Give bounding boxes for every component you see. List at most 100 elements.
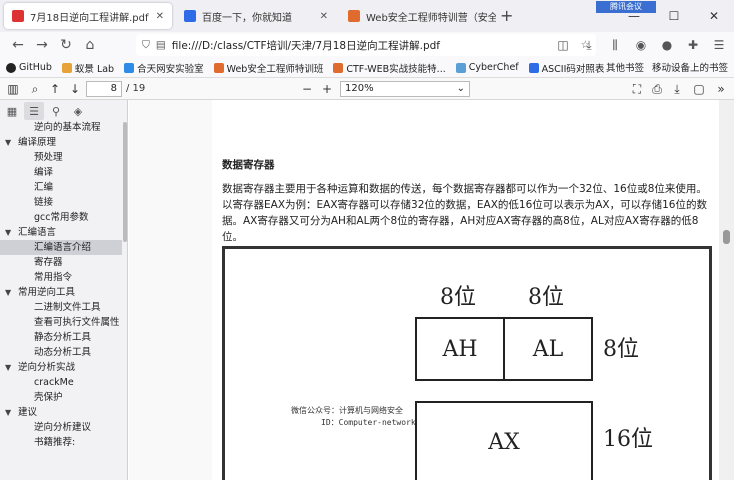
outline-item-label: 汇编语言介绍 xyxy=(34,242,92,253)
outline-item[interactable]: 汇编语言介绍 xyxy=(0,240,122,255)
attachments-icon[interactable]: ⚲ xyxy=(46,102,66,120)
presentation-icon[interactable]: ⛶ xyxy=(628,80,646,98)
bookmark-icon[interactable]: ▢ xyxy=(690,80,708,98)
page-number-input[interactable]: 8 xyxy=(86,81,122,97)
outline-item[interactable]: ▼ 常用逆向工具 xyxy=(0,285,122,300)
outline-item[interactable]: 常用指令 xyxy=(0,270,122,285)
chevron-down-icon[interactable]: ▼ xyxy=(5,225,11,240)
menu-icon[interactable]: ☰ xyxy=(708,34,730,56)
zoom-select[interactable]: 120% ⌄ xyxy=(340,81,470,97)
back-button[interactable]: ← xyxy=(6,34,30,56)
outline-item[interactable]: 壳保护 xyxy=(0,390,122,405)
bookmark-cyberchef[interactable]: CyberChef xyxy=(455,62,519,73)
reload-button[interactable]: ↻ xyxy=(54,34,78,56)
bookmark-github[interactable]: GitHub xyxy=(6,62,52,73)
tools-icon[interactable]: » xyxy=(712,80,730,98)
thumbnails-icon[interactable]: ▦ xyxy=(2,102,22,120)
site-icon xyxy=(348,10,360,22)
bookmark-label: Web安全工程师特训班 xyxy=(226,63,324,75)
find-icon[interactable]: ⌕ xyxy=(26,80,44,98)
outline-item[interactable]: ▼ 建议 xyxy=(0,405,122,420)
mobile-bookmarks[interactable]: 移动设备上的书签 xyxy=(652,60,728,74)
sidebar-toggle-icon[interactable]: ▥ xyxy=(4,80,22,98)
scrollbar-thumb[interactable] xyxy=(723,230,730,244)
outline-item[interactable]: crackMe xyxy=(0,375,122,390)
home-button[interactable]: ⌂ xyxy=(78,34,102,56)
outline-item[interactable]: 逆向的基本流程 xyxy=(0,120,122,135)
outline-item[interactable]: ▼ 编译原理 xyxy=(0,135,122,150)
tab-pdf[interactable]: 7月18日逆向工程讲解.pdf ✕ xyxy=(4,3,172,29)
outline-item[interactable]: 汇编 xyxy=(0,180,122,195)
bookmark-label: CyberChef xyxy=(468,62,519,73)
outline-icon[interactable]: ☰ xyxy=(24,102,44,120)
chevron-down-icon[interactable]: ▼ xyxy=(5,360,11,375)
chevron-down-icon[interactable]: ▼ xyxy=(5,135,11,150)
label-8bit-al: 8位 xyxy=(528,285,564,310)
pdf-toolbar: ▥ ⌕ ↑ ↓ 8 / 19 − + 120% ⌄ ⛶ ⎙ ⤓ ▢ » xyxy=(0,78,734,100)
previous-page-button[interactable]: ↑ xyxy=(46,80,64,98)
outline-item[interactable]: 寄存器 xyxy=(0,255,122,270)
print-icon[interactable]: ⎙ xyxy=(648,80,666,98)
extension-icon[interactable]: ◉ xyxy=(630,34,652,56)
outline-item-label: 汇编 xyxy=(34,182,54,193)
extensions-icon[interactable]: ✚ xyxy=(682,34,704,56)
outline-item[interactable]: ▼ 汇编语言 xyxy=(0,225,122,240)
new-tab-button[interactable]: + xyxy=(500,6,513,25)
bookmark-hetian[interactable]: 合天网安实验室 xyxy=(124,61,204,75)
outline-item[interactable]: 链接 xyxy=(0,195,122,210)
hetian-icon xyxy=(124,62,135,73)
account-icon[interactable]: ● xyxy=(656,34,678,56)
pdf-page: 数据寄存器 数据寄存器主要用于各种运算和数据的传送，每个数据寄存器都可以作为一个… xyxy=(212,100,725,480)
downloads-icon[interactable]: ⤓ xyxy=(578,34,600,56)
outline-item[interactable]: 查看可执行文件属性 xyxy=(0,315,122,330)
viewer-scrollbar[interactable] xyxy=(719,100,734,480)
layers-icon[interactable]: ◈ xyxy=(68,102,88,120)
label-8bit-right: 8位 xyxy=(603,337,639,362)
close-window-button[interactable]: ✕ xyxy=(694,0,734,32)
bookmark-yijing-lab[interactable]: 蚁景 Lab xyxy=(61,61,114,75)
outline-item[interactable]: 书籍推荐: xyxy=(0,435,122,450)
watermark-line1: 微信公众号：计算机与网络安全 xyxy=(291,406,403,415)
outline-item[interactable]: 二进制文件工具 xyxy=(0,300,122,315)
save-icon[interactable]: ⤓ xyxy=(668,80,686,98)
box-al: AL xyxy=(503,317,593,381)
document-outline: 逆向的基本流程 ▼ 编译原理 预处理 编译汇编链接 gcc常用参数 ▼ 汇编语言汇编语言介绍寄… xyxy=(0,120,122,450)
zoom-in-button[interactable]: + xyxy=(318,80,336,98)
pocket-icon[interactable]: ◫ xyxy=(552,34,574,56)
bookmark-ctf-web[interactable]: CTF-WEB实战技能特... xyxy=(333,61,446,75)
tab-baidu[interactable]: 百度一下，你就知道 ✕ xyxy=(176,3,336,29)
sidebar-scrollbar[interactable] xyxy=(123,122,127,242)
outline-item-label: 常用指令 xyxy=(34,272,73,283)
bookmark-web-training[interactable]: Web安全工程师特训班 xyxy=(213,61,324,75)
outline-item[interactable]: 静态分析工具 xyxy=(0,330,122,345)
bookmark-label: ASCII码对照表 xyxy=(541,63,605,75)
close-icon[interactable]: ✕ xyxy=(320,11,328,22)
outline-item[interactable]: ▼ 逆向分析实战 xyxy=(0,360,122,375)
outline-item-label: 查看可执行文件属性 xyxy=(34,317,120,328)
library-icon[interactable]: ⫼ xyxy=(604,34,626,56)
other-bookmarks[interactable]: 其他书签 xyxy=(606,60,644,74)
chevron-down-icon[interactable]: ▼ xyxy=(5,405,11,420)
maximize-button[interactable]: ☐ xyxy=(654,0,694,32)
outline-item[interactable]: 预处理 xyxy=(0,150,122,165)
outline-item[interactable]: gcc常用参数 xyxy=(0,210,122,225)
minimize-button[interactable]: — xyxy=(614,0,654,32)
chevron-down-icon[interactable]: ▼ xyxy=(5,285,11,300)
bookmarks-right: 其他书签 移动设备上的书签 xyxy=(606,60,728,74)
forward-button[interactable]: → xyxy=(30,34,54,56)
label-8bit-ah: 8位 xyxy=(440,285,476,310)
next-page-button[interactable]: ↓ xyxy=(66,80,84,98)
tab-web-training[interactable]: Web安全工程师特训营（安全... ✕ xyxy=(340,3,496,29)
tab-strip: 7月18日逆向工程讲解.pdf ✕ 百度一下，你就知道 ✕ Web安全工程师特训… xyxy=(0,0,734,32)
zoom-out-button[interactable]: − xyxy=(298,80,316,98)
outline-item[interactable]: 逆向分析建议 xyxy=(0,420,122,435)
close-icon[interactable]: ✕ xyxy=(156,11,164,22)
outline-item[interactable]: 编译 xyxy=(0,165,122,180)
outline-item-label: 链接 xyxy=(34,197,54,208)
bookmark-ascii[interactable]: ASCII码对照表 xyxy=(528,61,605,75)
outline-item-label: 动态分析工具 xyxy=(34,347,92,358)
address-bar[interactable]: ⛉ ▤ file:///D:/class/CTF培训/天津/7月18日逆向工程讲… xyxy=(136,34,596,56)
outline-item-label: 二进制文件工具 xyxy=(34,302,101,313)
outline-item-label: 静态分析工具 xyxy=(34,332,92,343)
outline-item[interactable]: 动态分析工具 xyxy=(0,345,122,360)
